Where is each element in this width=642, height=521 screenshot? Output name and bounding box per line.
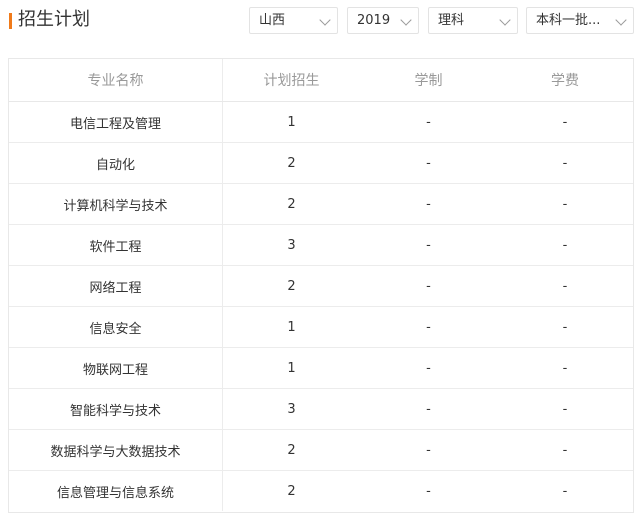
cell-duration: - [360,306,497,348]
cell-duration: - [360,347,497,389]
cell-tuition: - [497,183,633,225]
cell-tuition: - [497,388,633,430]
cell-plan: 1 [222,101,360,143]
cell-tuition: - [497,265,633,307]
cell-major: 信息安全 [9,306,223,348]
cell-tuition: - [497,101,633,143]
subject-select-value: 理科 [438,13,465,28]
cell-tuition: - [497,224,633,266]
cell-major: 计算机科学与技术 [9,183,223,225]
table-row: 电信工程及管理 1 - - [9,101,633,143]
cell-major: 网络工程 [9,265,223,307]
table-row: 智能科学与技术 3 - - [9,388,633,430]
table-row: 物联网工程 1 - - [9,347,633,389]
cell-tuition: - [497,429,633,471]
cell-tuition: - [497,347,633,389]
cell-plan: 2 [222,265,360,307]
cell-plan: 3 [222,224,360,266]
cell-tuition: - [497,142,633,184]
enrollment-plan-table: 专业名称 计划招生 学制 学费 电信工程及管理 1 - - 自动化 2 - - … [8,58,634,513]
table-row: 计算机科学与技术 2 - - [9,183,633,225]
table-row: 网络工程 2 - - [9,265,633,307]
cell-plan: 2 [222,142,360,184]
cell-major: 软件工程 [9,224,223,266]
cell-duration: - [360,224,497,266]
province-select[interactable]: 山西 [249,7,338,34]
cell-duration: - [360,101,497,143]
year-select[interactable]: 2019 [347,7,419,34]
table-row: 软件工程 3 - - [9,224,633,266]
table-row: 信息管理与信息系统 2 - - [9,470,633,511]
cell-plan: 2 [222,429,360,471]
cell-major: 智能科学与技术 [9,388,223,430]
cell-duration: - [360,265,497,307]
cell-major: 自动化 [9,142,223,184]
batch-select[interactable]: 本科一批... [526,7,634,34]
cell-plan: 3 [222,388,360,430]
cell-major: 信息管理与信息系统 [9,470,223,511]
chevron-down-icon [319,14,331,26]
province-select-value: 山西 [259,13,286,28]
chevron-down-icon [400,14,412,26]
column-header-tuition: 学费 [497,59,633,102]
cell-tuition: - [497,306,633,348]
cell-duration: - [360,183,497,225]
table-row: 信息安全 1 - - [9,306,633,348]
column-header-major: 专业名称 [9,59,223,102]
table-row: 自动化 2 - - [9,142,633,184]
chevron-down-icon [615,14,627,26]
filter-bar: 山西 2019 理科 本科一批... [0,7,642,36]
column-header-duration: 学制 [360,59,497,102]
cell-major: 物联网工程 [9,347,223,389]
cell-duration: - [360,142,497,184]
subject-select[interactable]: 理科 [428,7,518,34]
chevron-down-icon [499,14,511,26]
year-select-value: 2019 [357,13,391,28]
cell-duration: - [360,429,497,471]
column-header-plan: 计划招生 [222,59,360,102]
cell-major: 数据科学与大数据技术 [9,429,223,471]
cell-duration: - [426,483,431,499]
cell-plan: 1 [222,347,360,389]
cell-plan: 1 [222,306,360,348]
cell-major: 电信工程及管理 [9,101,223,143]
table-row: 数据科学与大数据技术 2 - - [9,429,633,471]
table-header-row: 专业名称 计划招生 学制 学费 [9,59,633,102]
cell-duration: - [360,388,497,430]
cell-plan: 2 [287,483,296,499]
batch-select-value: 本科一批... [536,13,601,28]
cell-plan: 2 [222,183,360,225]
cell-tuition: - [562,483,568,499]
